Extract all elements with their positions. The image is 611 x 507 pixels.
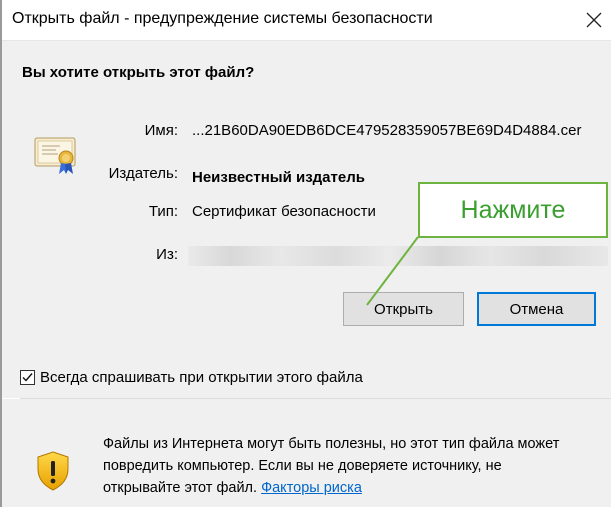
warning-text: Файлы из Интернета могут быть полезны, н… [103,433,583,499]
type-value: Сертификат безопасности [192,203,376,220]
annotation-callout: Нажмите [418,182,608,238]
cancel-button[interactable]: Отмена [477,292,596,326]
checkmark-icon [22,373,33,382]
close-button[interactable] [578,4,610,36]
dialog-heading: Вы хотите открыть этот файл? [22,64,255,81]
publisher-value: Неизвестный издатель [192,169,365,186]
title-bar: Открыть файл - предупреждение системы бе… [2,0,611,41]
publisher-label: Издатель: [108,165,178,182]
warning-section: Файлы из Интернета могут быть полезны, н… [2,399,611,507]
file-name-value: ...21B60DA90EDB6DCE479528359057BE69D4D48… [192,122,582,139]
from-label: Из: [156,246,178,263]
risk-factors-link[interactable]: Факторы риска [261,480,362,496]
close-icon [586,12,602,28]
name-label: Имя: [144,122,178,139]
always-ask-checkbox[interactable] [20,370,35,385]
window-title: Открыть файл - предупреждение системы бе… [12,10,433,27]
from-value-blurred [188,246,608,266]
always-ask-label: Всегда спрашивать при открытии этого фай… [40,369,363,386]
open-button[interactable]: Открыть [343,292,464,326]
always-ask-row[interactable]: Всегда спрашивать при открытии этого фай… [20,369,363,386]
certificate-icon [34,137,76,174]
shield-warning-icon [37,451,69,491]
type-label: Тип: [148,203,178,220]
